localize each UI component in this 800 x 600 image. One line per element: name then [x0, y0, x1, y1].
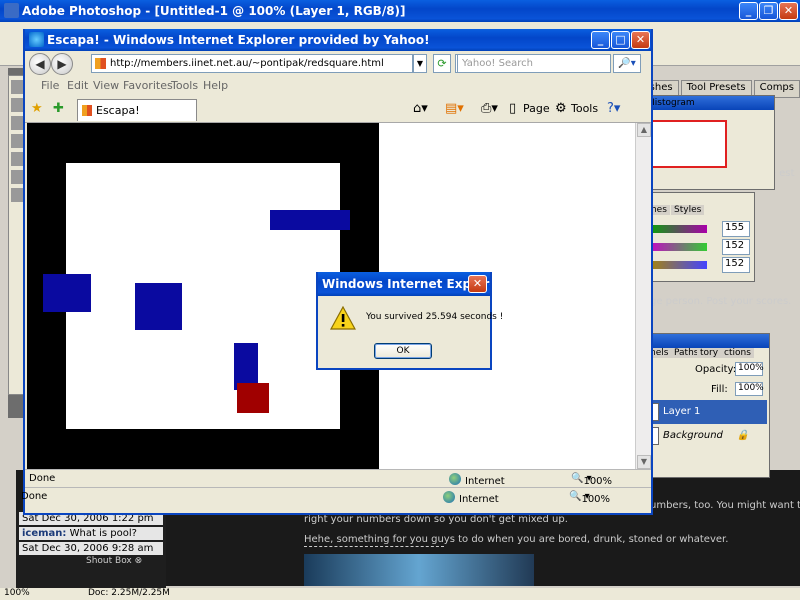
outer-status-done: Done: [21, 491, 48, 502]
status-done: Done: [29, 473, 56, 484]
ie-minimize-button[interactable]: _: [591, 31, 610, 49]
scroll-down-icon[interactable]: ▼: [637, 455, 651, 469]
scroll-up-icon[interactable]: ▲: [637, 123, 651, 137]
green-slider[interactable]: [647, 243, 707, 251]
feeds-icon[interactable]: ▤▾: [445, 101, 464, 116]
styles-tab[interactable]: Styles: [671, 205, 705, 215]
ps-zoom-level[interactable]: 100%: [4, 588, 30, 598]
green-value-field[interactable]: 152: [722, 239, 750, 255]
blue-slider[interactable]: [647, 261, 707, 269]
ps-minimize-button[interactable]: _: [739, 2, 758, 20]
dialog-title: Windows Internet Explorer: [322, 277, 490, 291]
forum-banner-image: [304, 554, 534, 586]
globe-icon: [443, 491, 455, 503]
lock-icon: 🔒: [736, 430, 749, 441]
player-red-square[interactable]: [237, 383, 269, 413]
tools-gear-icon[interactable]: ⚙: [555, 101, 567, 116]
ok-button[interactable]: OK: [374, 343, 432, 359]
ps-doc-size: Doc: 2.25M/2.25M: [88, 588, 170, 598]
opacity-field[interactable]: 100%: [735, 362, 764, 376]
ie-maximize-button[interactable]: □: [611, 31, 630, 49]
shoutbox-label[interactable]: Shout Box ⊗: [86, 556, 142, 566]
ie-status-bar: Done Internet 🔍 100% ▾: [25, 469, 651, 487]
ps-close-button[interactable]: ✕: [779, 2, 798, 20]
refresh-icon[interactable]: ⟳: [433, 54, 451, 73]
page-menu-button[interactable]: Page: [523, 102, 550, 115]
address-dropdown-chevron-down-icon[interactable]: ▼: [413, 54, 427, 73]
tools-menu-button[interactable]: Tools: [571, 102, 598, 115]
post-divider: [304, 546, 444, 547]
tab-escapa[interactable]: Escapa!: [77, 99, 197, 121]
layer-row[interactable]: Background 🔒: [645, 424, 767, 448]
red-value-field[interactable]: 155: [722, 221, 750, 237]
shout-entry: Sat Dec 30, 2006 9:28 am: [19, 542, 163, 555]
layers-palette: nels Paths tory ctions Opacity: 100% Fil…: [640, 333, 770, 478]
dialog-message: You survived 25.594 seconds !: [366, 312, 504, 322]
actions-tab[interactable]: ctions: [721, 348, 754, 358]
ie-app-icon: [29, 32, 44, 47]
outer-status-zoom[interactable]: 🔍 100% ▾: [569, 491, 610, 505]
page-favicon-icon: [95, 58, 106, 69]
ie-title: Escapa! - Windows Internet Explorer prov…: [47, 33, 430, 47]
photoshop-status-bar: 100% Doc: 2.25M/2.25M: [0, 588, 800, 600]
menu-file[interactable]: File: [41, 79, 59, 92]
enemy-square: [43, 274, 91, 312]
forward-icon[interactable]: ▶: [51, 53, 73, 75]
photoshop-title-bar[interactable]: Adobe Photoshop - [Untitled-1 @ 100% (La…: [0, 0, 800, 22]
ie-command-bar: ★ ✚ Escapa! ⌂▾ ▤▾ ⎙▾ ▯ Page ⚙ Tools ?▾: [25, 95, 651, 123]
layer-row[interactable]: Layer 1: [645, 400, 767, 424]
outer-status-zone: Internet: [443, 491, 499, 505]
alert-dialog: Windows Internet Explorer ✕ You survived…: [316, 272, 503, 370]
menu-help[interactable]: Help: [203, 79, 228, 92]
post-text-right: umbers, too. You might want to: [650, 500, 800, 511]
status-zone: Internet: [449, 473, 505, 487]
post-text-line: Hehe, something for you guys to do when …: [304, 534, 729, 545]
color-palette: ches Styles 155 152 152: [640, 192, 755, 282]
ie-close-button[interactable]: ✕: [631, 31, 650, 49]
red-slider[interactable]: [647, 225, 707, 233]
post-scores-text: ge person. Post your scores.: [650, 296, 792, 307]
status-zoom[interactable]: 🔍 100% ▾: [571, 473, 612, 487]
menu-edit[interactable]: Edit: [67, 79, 88, 92]
favorites-star-icon[interactable]: ★: [31, 101, 43, 116]
dialog-close-button[interactable]: ✕: [468, 275, 487, 293]
ie-menubar: File Edit View Favorites Tools Help: [25, 77, 651, 95]
back-icon[interactable]: ◀: [29, 53, 51, 75]
fill-field[interactable]: 100%: [735, 382, 764, 396]
help-icon[interactable]: ?▾: [607, 101, 620, 116]
menu-view[interactable]: View: [93, 79, 119, 92]
menu-favorites[interactable]: Favorites: [123, 79, 173, 92]
navigator-thumbnail[interactable]: [647, 120, 727, 168]
enemy-square: [270, 210, 350, 230]
photoshop-title: Adobe Photoshop - [Untitled-1 @ 100% (La…: [22, 4, 406, 18]
address-input[interactable]: http://members.iinet.net.au/~pontipak/re…: [91, 54, 413, 73]
history-tab[interactable]: tory: [697, 348, 722, 358]
game-field: [66, 163, 340, 429]
menu-tools[interactable]: Tools: [171, 79, 198, 92]
tab-favicon-icon: [82, 105, 92, 116]
warning-icon: [330, 306, 356, 330]
shoutbox-panel: Sat Dec 30, 2006 1:22 pm iceman: What is…: [16, 510, 166, 590]
post-text-line: right your numbers down so you don't get…: [304, 514, 568, 525]
print-icon[interactable]: ⎙▾: [481, 101, 498, 116]
dialog-title-bar[interactable]: Windows Internet Explorer ✕: [318, 272, 490, 296]
shout-entry: iceman: What is pool?: [19, 527, 163, 540]
ie-title-bar[interactable]: Escapa! - Windows Internet Explorer prov…: [25, 29, 651, 51]
ie-vertical-scrollbar[interactable]: ▲ ▼: [635, 123, 651, 469]
photoshop-app-icon: [4, 3, 19, 18]
enemy-square: [135, 283, 182, 330]
palette-title-bar[interactable]: [641, 334, 769, 348]
ps-restore-button[interactable]: ❐: [759, 2, 778, 20]
search-input[interactable]: Yahoo! Search: [457, 54, 611, 73]
add-favorites-icon[interactable]: ✚: [53, 101, 64, 116]
home-icon[interactable]: ⌂▾: [413, 101, 428, 116]
page-icon[interactable]: ▯: [509, 101, 516, 116]
globe-icon: [449, 473, 461, 485]
blue-value-field[interactable]: 152: [722, 257, 750, 273]
navigator-palette: Histogram: [640, 95, 775, 190]
ie-address-bar-row: ◀ ▶ http://members.iinet.net.au/~pontipa…: [25, 51, 651, 77]
search-icon[interactable]: 🔎▾: [613, 54, 641, 73]
ie-outer-status-bar: Done Internet 🔍 100% ▾: [21, 487, 651, 505]
